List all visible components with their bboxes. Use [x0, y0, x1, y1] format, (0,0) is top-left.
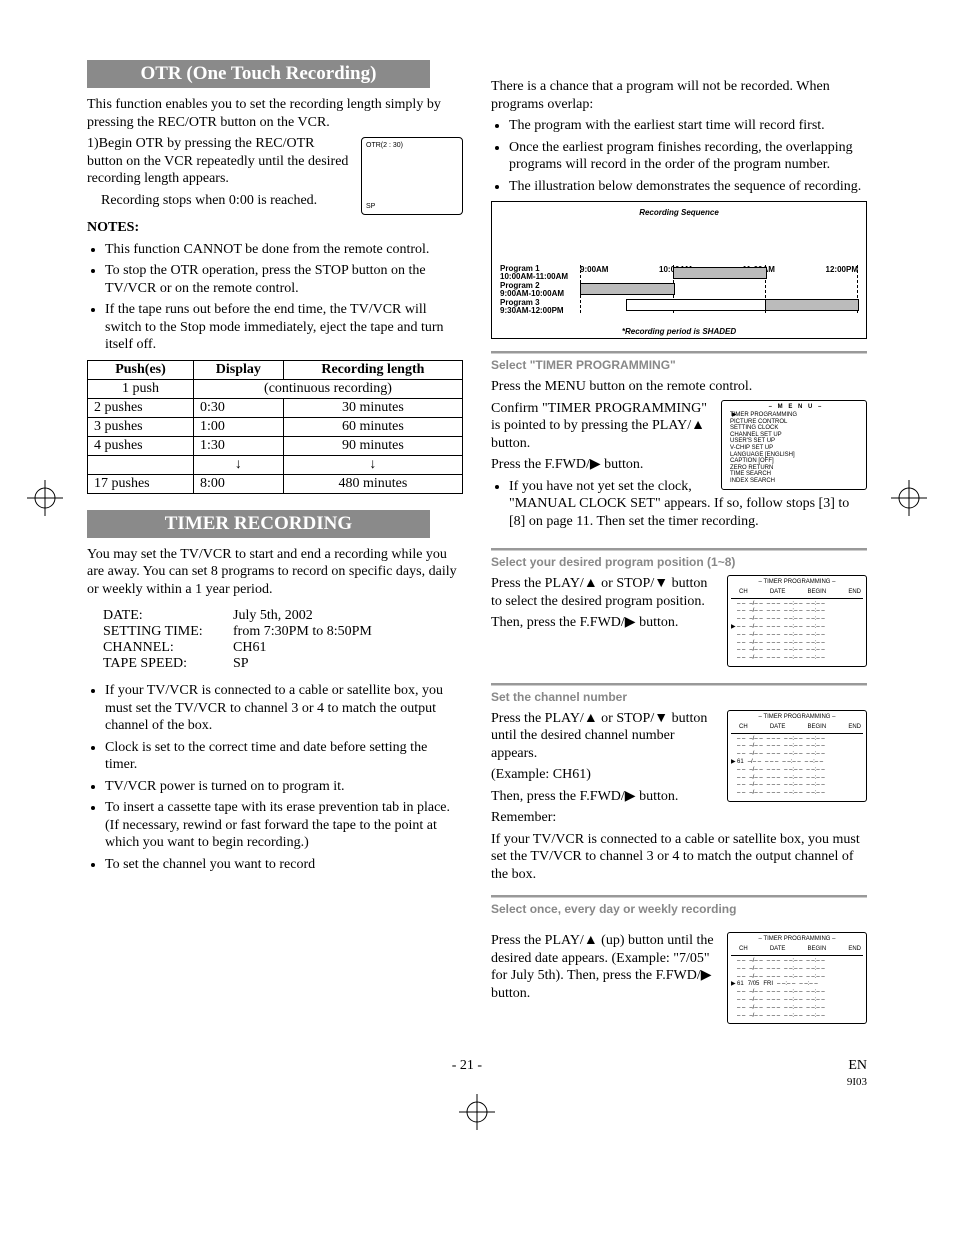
table-row: 3 pushes 1:00 60 minutes [88, 417, 463, 436]
overlap-intro: There is a chance that a program will no… [491, 78, 867, 113]
table-header: Push(es) [88, 360, 194, 379]
menu-screen-diagram: – M E N U – ▶ TIMER PROGRAMMING PICTURE … [721, 400, 867, 490]
registration-mark-icon [891, 480, 927, 516]
list-item: To set the channel you want to record [105, 856, 463, 874]
otr-section-header: OTR (One Touch Recording) [87, 60, 430, 88]
table-row: 4 pushes 1:30 90 minutes [88, 436, 463, 455]
step-header: Set the channel number [491, 690, 867, 704]
step-header: Select "TIMER PROGRAMMING" [491, 358, 867, 372]
list-item: To insert a cassette tape with its erase… [105, 799, 463, 852]
sequence-title: Recording Sequence [500, 208, 858, 217]
table-row: 2 pushes 0:30 30 minutes [88, 398, 463, 417]
list-item: Once the earliest program finishes recor… [509, 139, 867, 174]
step-header: Select once, every day or weekly recordi… [491, 902, 867, 916]
registration-mark-icon [459, 1094, 495, 1130]
table-row: ↓ ↓ [88, 455, 463, 474]
step1-line: Press the MENU button on the remote cont… [491, 378, 867, 396]
list-item: TV/VCR power is turned on to program it. [105, 778, 463, 796]
step-header: Select your desired program position (1~… [491, 555, 867, 569]
lang-code: EN [848, 1058, 867, 1073]
otr-push-table: Push(es) Display Recording length 1 push… [87, 360, 463, 494]
programming-screen-diagram: – TIMER PROGRAMMING – CH DATE BEGIN END … [727, 710, 867, 802]
list-item: This function CANNOT be done from the re… [105, 241, 463, 259]
timer-intro: You may set the TV/VCR to start and end … [87, 546, 463, 599]
overlap-bullets: The program with the earliest start time… [491, 117, 867, 195]
programming-screen-diagram: – TIMER PROGRAMMING – CH DATE BEGIN END … [727, 575, 867, 667]
table-row: 1 push (continuous recording) [88, 379, 463, 398]
page-number: - 21 - [452, 1058, 482, 1090]
timer-example: DATE:July 5th, 2002 SETTING TIME:from 7:… [103, 608, 463, 672]
list-item: Clock is set to the correct time and dat… [105, 739, 463, 774]
right-column: There is a chance that a program will no… [491, 60, 867, 1028]
recording-sequence-diagram: Recording Sequence Program 110:00AM-11:0… [491, 201, 867, 339]
otr-intro: This function enables you to set the rec… [87, 96, 463, 131]
rev-code: 9I03 [847, 1076, 867, 1088]
step3-line: Remember: [491, 809, 867, 827]
sequence-note: *Recording period is SHADED [500, 327, 858, 336]
table-row: 17 pushes 8:00 480 minutes [88, 474, 463, 493]
manual-page: OTR (One Touch Recording) This function … [87, 60, 867, 1090]
notes-label: NOTES: [87, 219, 463, 237]
list-item: To stop the OTR operation, press the STO… [105, 262, 463, 297]
otr-display-diagram: OTR(2 : 30) SP [361, 137, 463, 215]
timer-section-header: TIMER RECORDING [87, 510, 430, 538]
step3-line: If your TV/VCR is connected to a cable o… [491, 831, 867, 884]
programming-screen-diagram: – TIMER PROGRAMMING – CH DATE BEGIN END … [727, 932, 867, 1024]
table-header: Display [193, 360, 283, 379]
list-item: If your TV/VCR is connected to a cable o… [105, 682, 463, 735]
page-footer: - 21 - EN 9I03 [87, 1058, 867, 1090]
left-column: OTR (One Touch Recording) This function … [87, 60, 463, 1028]
otr-notes-list: This function CANNOT be done from the re… [87, 241, 463, 354]
registration-mark-icon [27, 480, 63, 516]
list-item: The illustration below demonstrates the … [509, 178, 867, 196]
timer-notes-list: If your TV/VCR is connected to a cable o… [87, 682, 463, 873]
otr-display-bottom-text: SP [366, 203, 375, 210]
list-item: The program with the earliest start time… [509, 117, 867, 135]
otr-display-top-text: OTR(2 : 30) [366, 142, 458, 149]
list-item: If the tape runs out before the end time… [105, 301, 463, 354]
table-header: Recording length [283, 360, 462, 379]
